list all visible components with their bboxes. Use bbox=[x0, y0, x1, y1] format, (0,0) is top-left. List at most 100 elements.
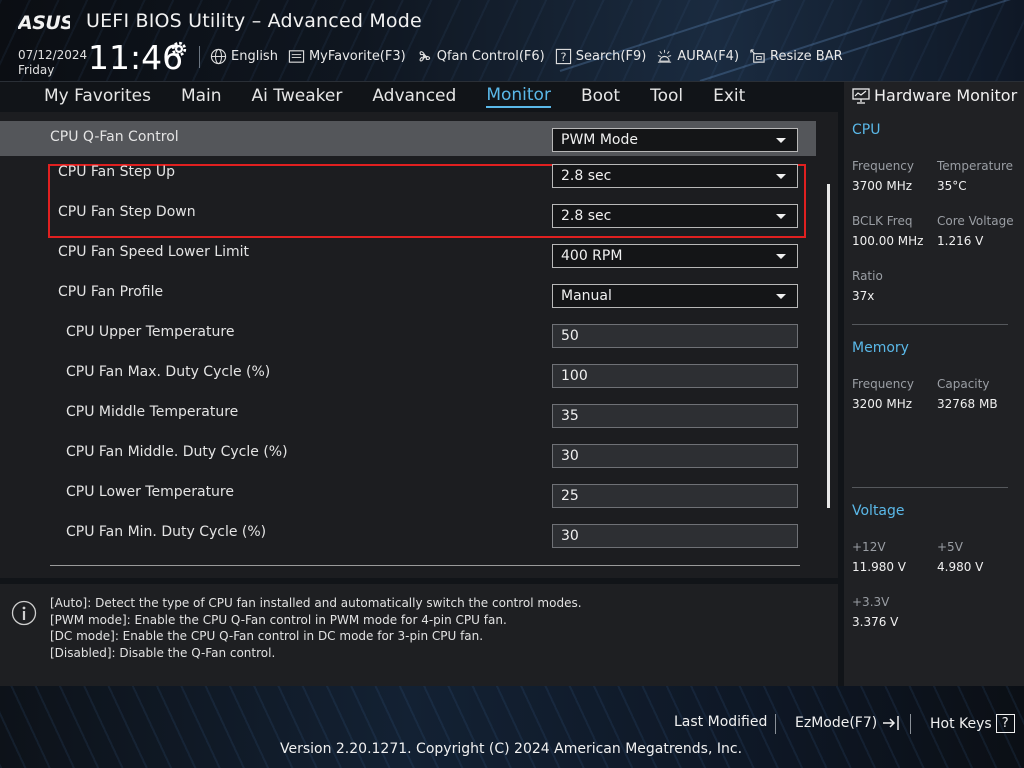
cpu-frequency-value: 3700 MHz bbox=[852, 179, 913, 193]
monitor-icon bbox=[852, 87, 870, 104]
setting-row[interactable]: CPU Fan Max. Duty Cycle (%) 100 bbox=[0, 358, 816, 390]
myfavorite-label: MyFavorite(F3) bbox=[308, 48, 406, 64]
voltage-heading: Voltage bbox=[852, 503, 905, 519]
panel-divider bbox=[50, 565, 800, 566]
favorite-list-icon bbox=[288, 49, 305, 63]
ezmode-label: EzMode(F7) bbox=[795, 715, 878, 731]
tab-ai-tweaker[interactable]: Ai Tweaker bbox=[252, 86, 343, 107]
setting-row[interactable]: CPU Fan Speed Lower Limit 400 RPM bbox=[0, 238, 816, 270]
tab-boot[interactable]: Boot bbox=[581, 86, 620, 107]
chevron-down-icon bbox=[776, 254, 786, 259]
setting-value: 2.8 sec bbox=[561, 168, 612, 184]
header-divider bbox=[199, 46, 200, 68]
tab-my-favorites[interactable]: My Favorites bbox=[44, 86, 151, 107]
setting-dropdown[interactable]: PWM Mode bbox=[552, 128, 798, 152]
help-line: [DC mode]: Enable the CPU Q-Fan control … bbox=[50, 629, 484, 644]
setting-label: CPU Fan Max. Duty Cycle (%) bbox=[66, 364, 271, 380]
setting-label: CPU Middle Temperature bbox=[66, 404, 239, 420]
setting-row[interactable]: CPU Fan Min. Duty Cycle (%) 30 bbox=[0, 518, 816, 550]
myfavorite-button[interactable]: MyFavorite(F3) bbox=[288, 48, 406, 65]
setting-value: 2.8 sec bbox=[561, 208, 612, 224]
setting-label: CPU Fan Step Down bbox=[58, 204, 196, 220]
setting-label: CPU Fan Middle. Duty Cycle (%) bbox=[66, 444, 288, 460]
chevron-down-icon bbox=[776, 138, 786, 143]
setting-value: Manual bbox=[561, 288, 612, 304]
version-label: Version 2.20.1271. Copyright (C) 2024 Am… bbox=[279, 741, 743, 757]
settings-panel: CPU Q-Fan Control PWM Mode CPU Fan Step Up… bbox=[0, 112, 838, 578]
last-modified-label: Last Modified bbox=[674, 714, 768, 730]
exit-arrow-icon bbox=[883, 716, 899, 730]
cpu-heading: CPU bbox=[852, 122, 881, 138]
setting-row[interactable]: CPU Middle Temperature 35 bbox=[0, 398, 816, 430]
v33-value: 3.376 V bbox=[852, 615, 899, 629]
gear-icon[interactable] bbox=[170, 40, 188, 58]
v5-label: +5V bbox=[937, 540, 963, 554]
help-line: [Auto]: Detect the type of CPU fan insta… bbox=[50, 596, 582, 610]
aura-label: AURA(F4) bbox=[677, 48, 740, 64]
help-text: [Auto]: Detect the type of CPU fan insta… bbox=[50, 595, 582, 661]
setting-row[interactable]: CPU Fan Profile Manual bbox=[0, 278, 816, 310]
bottom-bar: Last Modified EzMode(F7) Hot Keys ? Vers… bbox=[0, 686, 1024, 768]
aura-light-icon bbox=[658, 49, 672, 63]
resize-bar-icon bbox=[750, 48, 765, 63]
tab-tool[interactable]: Tool bbox=[650, 86, 683, 107]
setting-row[interactable]: CPU Fan Step Down 2.8 sec bbox=[0, 198, 816, 230]
setting-value: PWM Mode bbox=[561, 132, 638, 148]
language-button[interactable]: English bbox=[210, 48, 278, 65]
hw-divider bbox=[852, 324, 1008, 325]
tab-advanced[interactable]: Advanced bbox=[372, 86, 456, 107]
setting-value: 50 bbox=[561, 328, 579, 344]
scrollbar[interactable] bbox=[827, 184, 830, 508]
hw-divider bbox=[852, 487, 1008, 488]
setting-value: 35 bbox=[561, 408, 579, 424]
resize-bar-button[interactable]: Resize BAR bbox=[749, 48, 843, 65]
hw-title-label: Hardware Monitor bbox=[874, 86, 1018, 105]
main-tabs: My Favorites Main Ai Tweaker Advanced Monito… bbox=[0, 82, 838, 110]
setting-number-field[interactable]: 100 bbox=[552, 364, 798, 388]
help-question-icon: ? bbox=[995, 714, 1015, 733]
setting-row[interactable]: CPU Fan Middle. Duty Cycle (%) 30 bbox=[0, 438, 816, 470]
setting-label: CPU Fan Speed Lower Limit bbox=[58, 244, 250, 260]
bclk-label: BCLK Freq bbox=[852, 214, 913, 228]
tab-main[interactable]: Main bbox=[181, 86, 222, 107]
hardware-monitor: Hardware Monitor CPU Frequency 3700 MHz … bbox=[844, 82, 1024, 686]
setting-number-field[interactable]: 35 bbox=[552, 404, 798, 428]
setting-label: CPU Q-Fan Control bbox=[50, 129, 179, 145]
chevron-down-icon bbox=[776, 174, 786, 179]
setting-number-field[interactable]: 30 bbox=[552, 444, 798, 468]
v12-value: 11.980 V bbox=[852, 560, 907, 574]
setting-dropdown[interactable]: 2.8 sec bbox=[552, 204, 798, 228]
date-display: 07/12/2024 Friday bbox=[18, 48, 87, 78]
setting-label: CPU Fan Step Up bbox=[58, 164, 176, 180]
footer-divider bbox=[910, 714, 911, 734]
setting-row[interactable]: CPU Q-Fan Control PWM Mode bbox=[0, 121, 816, 156]
setting-number-field[interactable]: 50 bbox=[552, 324, 798, 348]
setting-row[interactable]: CPU Upper Temperature 50 bbox=[0, 318, 816, 350]
chevron-down-icon bbox=[776, 214, 786, 219]
top-bar: ASUS UEFI BIOS Utility – Advanced Mode 0… bbox=[0, 0, 1024, 82]
setting-dropdown[interactable]: Manual bbox=[552, 284, 798, 308]
setting-dropdown[interactable]: 400 RPM bbox=[552, 244, 798, 268]
last-modified-button[interactable]: Last Modified bbox=[674, 714, 767, 730]
search-button[interactable]: ? Search(F9) bbox=[555, 48, 646, 65]
setting-row[interactable]: CPU Fan Step Up 2.8 sec bbox=[0, 158, 816, 190]
help-line: [Disabled]: Disable the Q-Fan control. bbox=[50, 645, 276, 660]
setting-row[interactable]: CPU Lower Temperature 25 bbox=[0, 478, 816, 510]
chevron-down-icon bbox=[776, 294, 786, 299]
ezmode-button[interactable]: EzMode(F7) bbox=[795, 714, 901, 732]
setting-label: CPU Fan Profile bbox=[58, 284, 164, 300]
tab-exit[interactable]: Exit bbox=[713, 86, 745, 107]
setting-number-field[interactable]: 25 bbox=[552, 484, 798, 508]
cpu-temperature-value: 35°C bbox=[937, 179, 967, 193]
setting-value: 30 bbox=[561, 448, 579, 464]
clock: 11:46 bbox=[88, 38, 184, 77]
tab-monitor[interactable]: Monitor bbox=[486, 85, 551, 108]
qfan-control-button[interactable]: Qfan Control(F6) bbox=[416, 48, 545, 65]
setting-number-field[interactable]: 30 bbox=[552, 524, 798, 548]
hot-keys-button[interactable]: Hot Keys ? bbox=[930, 714, 1015, 733]
memory-frequency-value: 3200 MHz bbox=[852, 397, 913, 411]
aura-button[interactable]: AURA(F4) bbox=[656, 48, 739, 65]
day-text: Friday bbox=[18, 63, 55, 77]
setting-value: 400 RPM bbox=[561, 248, 623, 264]
setting-dropdown[interactable]: 2.8 sec bbox=[552, 164, 798, 188]
